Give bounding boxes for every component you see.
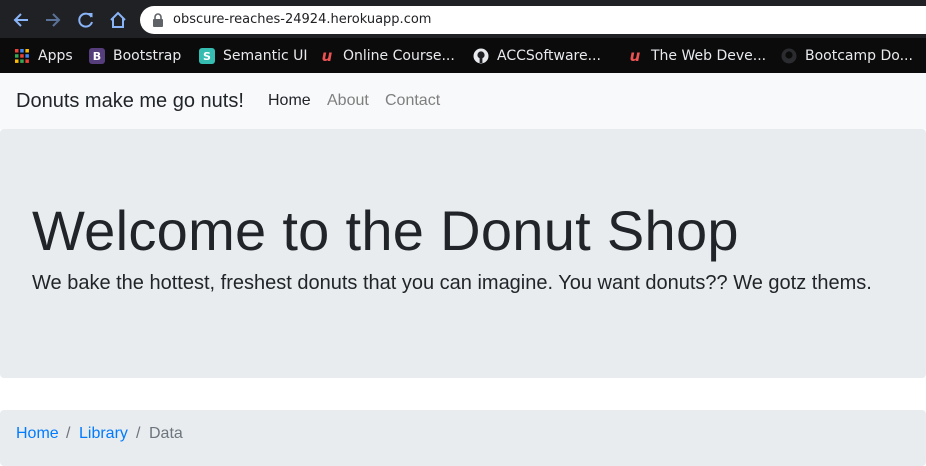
lead-text: We bake the hottest, freshest donuts tha…	[32, 272, 872, 294]
nav-link-about[interactable]: About	[327, 92, 369, 110]
reload-button[interactable]	[75, 9, 97, 31]
semantic-ui-icon: S	[199, 48, 215, 64]
github-icon	[781, 48, 797, 64]
bookmark-apps[interactable]: Apps	[14, 46, 73, 66]
forward-button[interactable]	[42, 9, 64, 31]
bookmark-label: The Web Deve...	[651, 48, 767, 64]
bookmark-bootstrap[interactable]: B Bootstrap	[89, 46, 181, 66]
forward-arrow-icon	[46, 13, 61, 27]
bookmark-label: Bootcamp Do...	[805, 48, 913, 64]
breadcrumb-separator: /	[66, 425, 71, 442]
back-button[interactable]	[10, 9, 32, 31]
url-text: obscure-reaches-24924.herokuapp.com	[173, 12, 432, 27]
apps-grid-icon	[15, 49, 29, 63]
bookmark-label: Apps	[38, 48, 73, 64]
jumbotron: Welcome to the Donut Shop We bake the ho…	[0, 129, 926, 378]
browser-toolbar: obscure-reaches-24924.herokuapp.com	[0, 0, 926, 38]
breadcrumb-separator: /	[136, 425, 141, 442]
nav-link-home[interactable]: Home	[268, 92, 311, 110]
github-icon	[473, 48, 489, 64]
bookmark-semantic-ui[interactable]: S Semantic UI	[199, 46, 308, 66]
navbar-brand[interactable]: Donuts make me go nuts!	[16, 90, 244, 113]
bookmark-bootcamp[interactable]: Bootcamp Do...	[781, 46, 913, 66]
breadcrumb: Home / Library / Data	[0, 410, 926, 466]
bookmark-label: ACCSoftware...	[497, 48, 601, 64]
lock-icon	[153, 13, 163, 27]
home-button[interactable]	[107, 9, 129, 31]
breadcrumb-data: Data	[149, 425, 183, 442]
udemy-icon: u	[321, 47, 333, 65]
back-arrow-icon	[13, 13, 28, 27]
breadcrumb-library[interactable]: Library	[79, 425, 128, 443]
page-content: Donuts make me go nuts! Home About Conta…	[0, 73, 926, 466]
udemy-icon: u	[629, 47, 641, 65]
browser-chrome: obscure-reaches-24924.herokuapp.com Apps…	[0, 0, 926, 73]
home-icon	[110, 11, 126, 28]
nav-link-contact[interactable]: Contact	[385, 92, 440, 110]
bookmarks-bar: Apps B Bootstrap S Semantic UI u Online …	[0, 38, 926, 73]
page-title: Welcome to the Donut Shop	[32, 199, 739, 262]
bookmark-online-course[interactable]: u Online Course...	[319, 46, 455, 66]
bookmark-web-developer[interactable]: u The Web Deve...	[627, 46, 766, 66]
breadcrumb-home[interactable]: Home	[16, 425, 59, 443]
address-bar[interactable]: obscure-reaches-24924.herokuapp.com	[140, 6, 926, 34]
bookmark-label: Semantic UI	[223, 48, 308, 64]
bootstrap-icon: B	[89, 48, 105, 64]
bookmark-label: Online Course...	[343, 48, 455, 64]
reload-icon	[78, 12, 93, 28]
bookmark-label: Bootstrap	[113, 48, 182, 64]
site-navbar: Donuts make me go nuts! Home About Conta…	[0, 73, 926, 129]
bookmark-accsoftware[interactable]: ACCSoftware...	[473, 46, 601, 66]
